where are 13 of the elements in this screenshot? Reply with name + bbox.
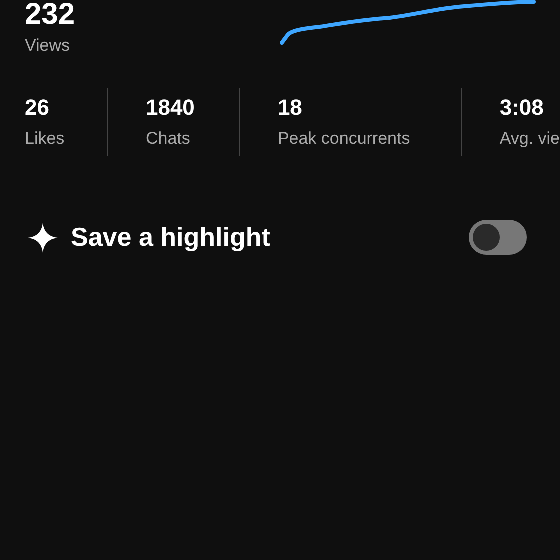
stat-value: 26 (25, 95, 50, 121)
stat-label: Likes (25, 129, 65, 149)
stat-label: Chats (146, 129, 190, 149)
views-label: Views (25, 36, 72, 56)
stat-value: 1840 (146, 95, 195, 121)
highlight-toggle[interactable] (469, 220, 527, 255)
stat-value: 18 (278, 95, 302, 121)
stat-label: Avg. vie (500, 129, 560, 149)
stat-value: 3:08 (500, 95, 544, 121)
stat-label: Peak concurrents (278, 129, 410, 149)
views-count: 232 (25, 0, 76, 30)
sparkle-icon (27, 222, 59, 254)
highlight-label: Save a highlight (71, 222, 272, 253)
